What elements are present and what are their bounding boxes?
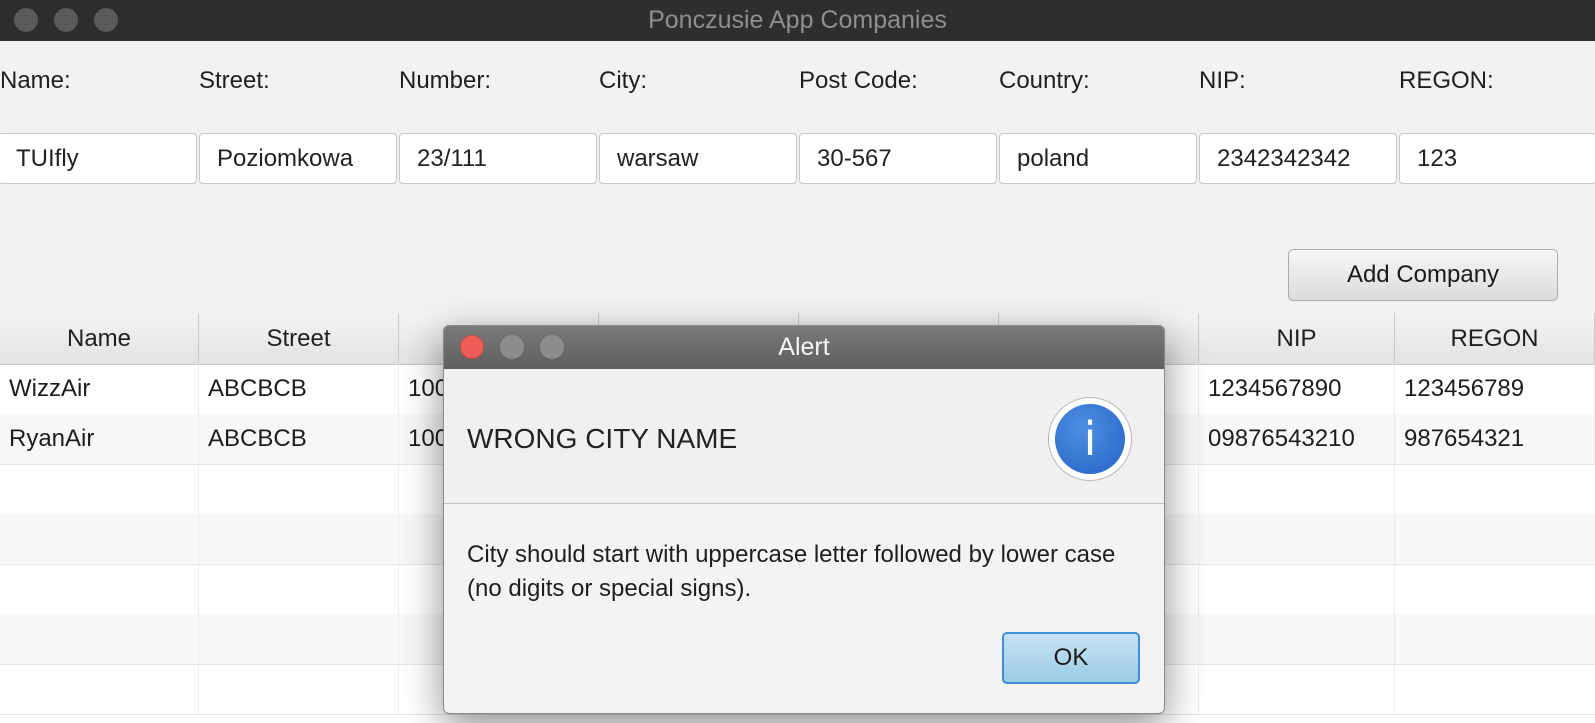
- company-form: Name: Street: Number: City: Post Code: C…: [0, 41, 1595, 313]
- table-cell: [199, 564, 399, 614]
- info-icon: i: [1055, 404, 1125, 474]
- dialog-message-line: (no digits or special signs).: [467, 575, 752, 602]
- dialog-message: City should start with uppercase letter …: [467, 538, 1147, 606]
- name-label: Name:: [0, 67, 71, 94]
- table-cell: [0, 464, 199, 514]
- column-header-street[interactable]: Street: [199, 313, 399, 364]
- column-header-regon[interactable]: REGON: [1395, 313, 1595, 364]
- add-company-button[interactable]: Add Company: [1288, 249, 1558, 301]
- city-label: City:: [599, 67, 647, 94]
- info-icon-ring: i: [1048, 397, 1132, 481]
- table-cell: ABCBCB: [199, 364, 399, 414]
- table-cell: [1199, 664, 1395, 714]
- dialog-titlebar: Alert: [444, 326, 1164, 370]
- column-header-name[interactable]: Name: [0, 313, 199, 364]
- table-cell: [1199, 564, 1395, 614]
- table-cell: 09876543210: [1199, 414, 1395, 464]
- dialog-heading: WRONG CITY NAME: [467, 423, 738, 454]
- post-code-label: Post Code:: [799, 67, 918, 94]
- table-cell: [199, 614, 399, 664]
- table-cell: WizzAir: [0, 364, 199, 414]
- table-cell: [0, 664, 199, 714]
- window-titlebar: Ponczusie App Companies: [0, 0, 1595, 42]
- table-cell: RyanAir: [0, 414, 199, 464]
- nip-input[interactable]: 2342342342: [1199, 133, 1397, 184]
- country-input[interactable]: poland: [999, 133, 1197, 184]
- city-input[interactable]: warsaw: [599, 133, 797, 184]
- name-input[interactable]: TUIfly: [0, 133, 197, 184]
- ok-button[interactable]: OK: [1002, 632, 1140, 684]
- table-cell: [0, 564, 199, 614]
- street-input[interactable]: Poziomkowa: [199, 133, 397, 184]
- table-cell: 1234567890: [1199, 364, 1395, 414]
- table-cell: [0, 514, 199, 564]
- number-label: Number:: [399, 67, 492, 94]
- street-label: Street:: [199, 67, 270, 94]
- table-cell: [199, 464, 399, 514]
- regon-label: REGON:: [1399, 67, 1494, 94]
- table-cell: [1199, 514, 1395, 564]
- table-cell: 987654321: [1395, 414, 1595, 464]
- dialog-title: Alert: [778, 333, 830, 361]
- table-cell: ABCBCB: [199, 414, 399, 464]
- number-input[interactable]: 23/111: [399, 133, 597, 184]
- post-code-input[interactable]: 30-567: [799, 133, 997, 184]
- table-cell: 123456789: [1395, 364, 1595, 414]
- table-cell: [199, 514, 399, 564]
- nip-label: NIP:: [1199, 67, 1246, 94]
- dialog-message-line: City should start with uppercase letter …: [467, 541, 1116, 568]
- country-label: Country:: [999, 67, 1090, 94]
- table-cell: [199, 664, 399, 714]
- table-cell: [0, 614, 199, 664]
- column-header-nip[interactable]: NIP: [1199, 313, 1395, 364]
- dialog-header: WRONG CITY NAME i: [444, 369, 1164, 504]
- regon-input[interactable]: 123: [1399, 133, 1595, 184]
- alert-dialog: Alert WRONG CITY NAME i City should star…: [443, 325, 1165, 714]
- window-title: Ponczusie App Companies: [648, 6, 947, 34]
- table-cell: [1199, 614, 1395, 664]
- table-cell: [1199, 464, 1395, 514]
